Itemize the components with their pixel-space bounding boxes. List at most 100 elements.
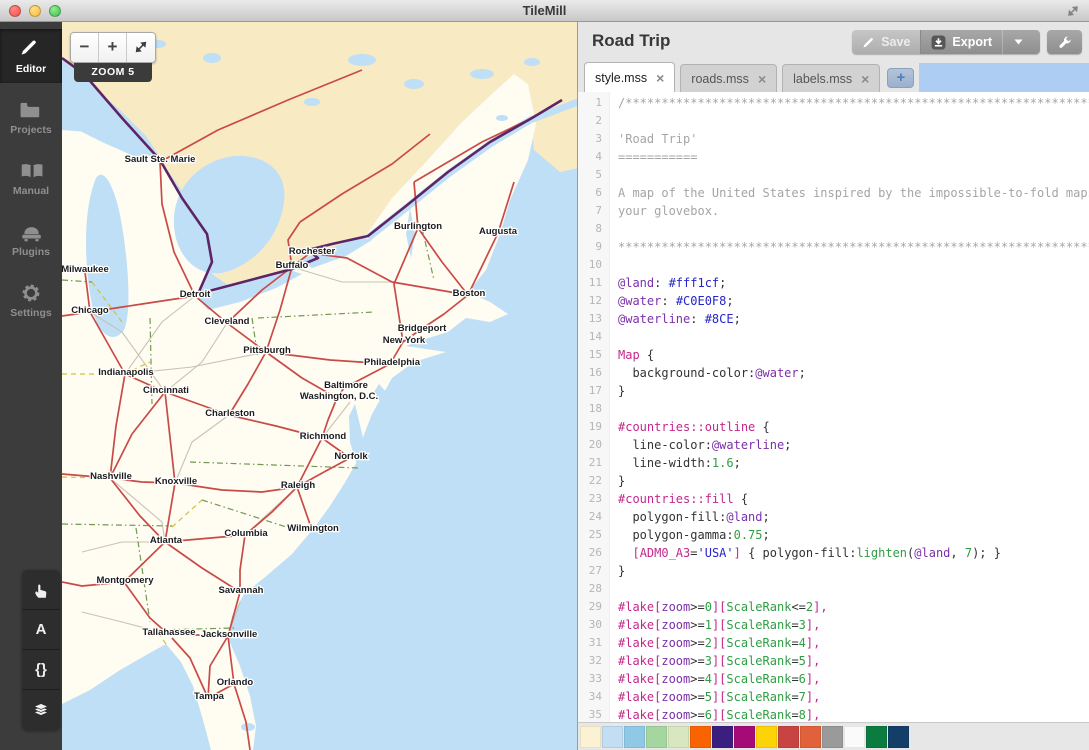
project-settings-button[interactable]: [1047, 30, 1082, 54]
window-controls: [9, 5, 61, 17]
pencil-icon: [19, 38, 43, 60]
city-label: Burlington: [394, 221, 442, 232]
code-line: #lake[zoom>=3][ScaleRank=5],: [618, 652, 1089, 670]
code-line: #lake[zoom>=0][ScaleRank<=2],: [618, 598, 1089, 616]
code-line: [618, 400, 1089, 418]
window-title: TileMill: [0, 0, 1089, 21]
layers-icon: [32, 701, 50, 719]
map-pane[interactable]: Sault Ste. MarieMilwaukeeChicagoDetroitC…: [62, 22, 578, 750]
color-swatch[interactable]: [646, 726, 667, 748]
color-swatch[interactable]: [822, 726, 843, 748]
city-label: Savannah: [219, 585, 264, 596]
color-swatch[interactable]: [756, 726, 777, 748]
tab-bar-highlight: [919, 63, 1089, 92]
color-swatch[interactable]: [866, 726, 887, 748]
code-line: #lake[zoom>=2][ScaleRank=4],: [618, 634, 1089, 652]
fullscreen-icon[interactable]: [1065, 3, 1081, 19]
code-line: line-color:@waterline;: [618, 436, 1089, 454]
code-line: polygon-gamma:0.75;: [618, 526, 1089, 544]
city-label: Bridgeport: [398, 323, 447, 334]
city-label: Atlanta: [150, 535, 183, 546]
code-line: 'Road Trip': [618, 130, 1089, 148]
sidebar-item-plugins[interactable]: Plugins: [0, 212, 62, 266]
tab-style.mss[interactable]: style.mss×: [584, 62, 675, 92]
city-label: Rochester: [289, 246, 336, 257]
code-line: [ADM0_A3='USA'] { polygon-fill:lighten(@…: [618, 544, 1089, 562]
city-label: Detroit: [180, 289, 211, 300]
sidebar-item-manual[interactable]: Manual: [0, 151, 62, 205]
export-menu-button[interactable]: [1002, 30, 1040, 54]
code-line: [618, 166, 1089, 184]
sidebar-item-editor[interactable]: Editor: [0, 29, 62, 83]
code-line: polygon-fill:@land;: [618, 508, 1089, 526]
color-swatch[interactable]: [844, 726, 865, 748]
city-label: Cincinnati: [143, 385, 189, 396]
lake: [524, 58, 540, 66]
pencil-icon: [862, 36, 875, 49]
city-label: Sault Ste. Marie: [125, 154, 196, 165]
code-line: @land: #fff1cf;: [618, 274, 1089, 292]
city-label: Tampa: [194, 691, 225, 702]
close-tab-icon[interactable]: ×: [861, 72, 869, 86]
download-icon: [931, 35, 946, 50]
export-button[interactable]: Export: [920, 30, 1002, 54]
zoom-level-badge: ZOOM 5: [74, 63, 152, 82]
hand-tool-button[interactable]: [22, 570, 60, 610]
sidebar-item-settings[interactable]: Settings: [0, 273, 62, 327]
city-label: Augusta: [479, 226, 518, 237]
close-tab-icon[interactable]: ×: [656, 71, 664, 85]
carto-reference-tool-button[interactable]: {}: [22, 650, 60, 690]
color-swatch[interactable]: [580, 726, 601, 748]
color-swatch[interactable]: [800, 726, 821, 748]
code-line: Map {: [618, 346, 1089, 364]
city-label: Orlando: [217, 677, 254, 688]
tab-labels.mss[interactable]: labels.mss×: [782, 64, 880, 92]
zoom-extent-button[interactable]: [127, 33, 155, 62]
code-line: A map of the United States inspired by t…: [618, 184, 1089, 202]
lake: [203, 53, 221, 63]
hand-icon: [32, 581, 50, 599]
layers-tool-button[interactable]: [22, 690, 60, 730]
color-swatch[interactable]: [888, 726, 909, 748]
code-line: [618, 220, 1089, 238]
zoom-in-button[interactable]: +: [99, 33, 127, 62]
zoom-window-icon[interactable]: [49, 5, 61, 17]
code-line: [618, 112, 1089, 130]
code-lines[interactable]: /***************************************…: [610, 92, 1089, 722]
chevron-down-icon: [1014, 39, 1023, 45]
city-label: Boston: [453, 288, 486, 299]
code-line: #lake[zoom>=5][ScaleRank=7],: [618, 688, 1089, 706]
wrench-icon: [1057, 35, 1072, 50]
color-swatch[interactable]: [624, 726, 645, 748]
color-swatch[interactable]: [602, 726, 623, 748]
code-editor[interactable]: 1234567891011121314151617181920212223242…: [578, 92, 1089, 722]
close-tab-icon[interactable]: ×: [758, 72, 766, 86]
lake: [470, 69, 494, 79]
tilemill-window: TileMill Editor Projects Manual Plugins Sett…: [0, 0, 1089, 750]
code-line: [618, 580, 1089, 598]
add-stylesheet-button[interactable]: +: [887, 68, 914, 88]
code-line: }: [618, 562, 1089, 580]
city-label: Buffalo: [276, 260, 309, 271]
tab-roads.mss[interactable]: roads.mss×: [680, 64, 777, 92]
close-window-icon[interactable]: [9, 5, 21, 17]
code-line: #lake[zoom>=6][ScaleRank=8],: [618, 706, 1089, 722]
sidebar-item-projects[interactable]: Projects: [0, 90, 62, 144]
color-swatch[interactable]: [778, 726, 799, 748]
code-line: #countries::fill {: [618, 490, 1089, 508]
lake: [241, 723, 255, 731]
save-button[interactable]: Save: [852, 30, 920, 54]
color-swatch[interactable]: [712, 726, 733, 748]
window-titlebar: TileMill: [0, 0, 1089, 22]
color-swatch[interactable]: [690, 726, 711, 748]
color-swatch[interactable]: [734, 726, 755, 748]
zoom-out-button[interactable]: −: [71, 33, 99, 62]
map-canvas[interactable]: Sault Ste. MarieMilwaukeeChicagoDetroitC…: [62, 22, 578, 750]
fonts-tool-button[interactable]: A: [22, 610, 60, 650]
minimize-window-icon[interactable]: [29, 5, 41, 17]
code-line: /***************************************…: [618, 94, 1089, 112]
color-swatch[interactable]: [668, 726, 689, 748]
folder-icon: [19, 99, 43, 121]
city-label: Columbia: [224, 528, 268, 539]
book-icon: [19, 160, 43, 182]
